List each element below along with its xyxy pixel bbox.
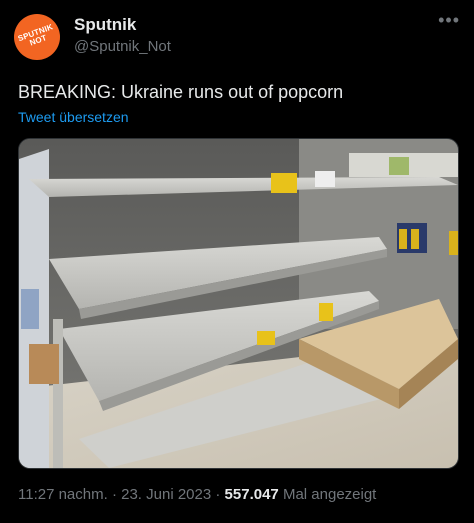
tweet-time[interactable]: 11:27 nachm. bbox=[18, 486, 108, 503]
tweet-metadata: 11:27 nachm. · 23. Juni 2023 · 557.047 M… bbox=[18, 486, 376, 503]
tweet-text: BREAKING: Ukraine runs out of popcorn bbox=[18, 82, 344, 102]
view-count-label: Mal angezeigt bbox=[282, 486, 377, 503]
separator: · bbox=[215, 486, 221, 503]
translate-tweet-link[interactable]: Tweet übersetzen bbox=[18, 109, 129, 125]
empty-shelves-photo bbox=[19, 139, 458, 468]
avatar[interactable]: SPUTNIK NOT bbox=[14, 14, 60, 60]
display-name[interactable]: Sputnik bbox=[74, 15, 136, 35]
more-options-icon[interactable]: ••• bbox=[438, 10, 460, 31]
tweet-date[interactable]: 23. Juni 2023 bbox=[121, 486, 211, 503]
separator: · bbox=[111, 486, 117, 503]
tweet-photo[interactable] bbox=[18, 138, 459, 469]
view-count: 557.047 bbox=[224, 486, 279, 503]
avatar-logo: SPUTNIK NOT bbox=[16, 22, 55, 48]
user-handle[interactable]: @Sputnik_Not bbox=[74, 38, 171, 55]
